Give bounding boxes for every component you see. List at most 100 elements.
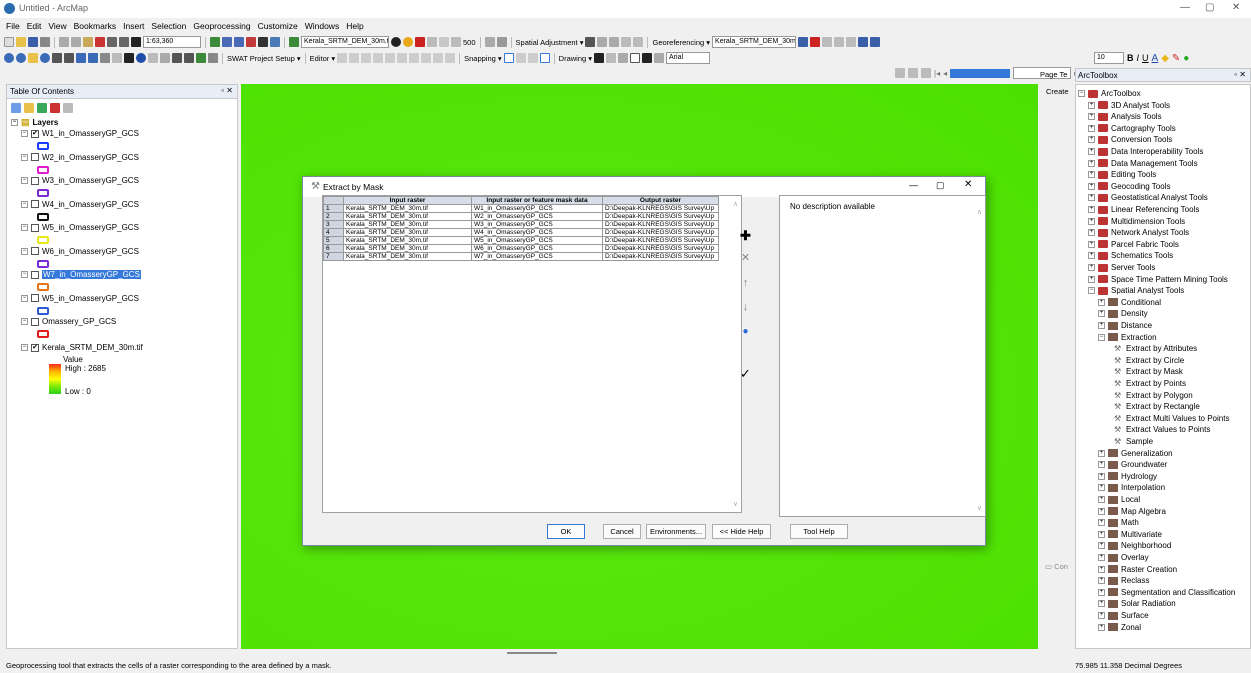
view-link-table-icon[interactable]	[846, 37, 857, 47]
toolbox-item[interactable]: + Cartography Tools	[1088, 124, 1176, 133]
drawing-menu[interactable]: Drawing ▾	[559, 54, 592, 63]
toolset-item[interactable]: + Raster Creation	[1098, 565, 1177, 574]
toc-layer[interactable]: − W6_in_OmasseryGP_GCS	[21, 247, 139, 256]
toolbox-item[interactable]: + Conversion Tools	[1088, 135, 1172, 144]
font-size-combo[interactable]: 10	[1094, 52, 1124, 64]
swipe-icon[interactable]	[439, 37, 449, 47]
expand-icon[interactable]: +	[1098, 322, 1105, 329]
polygon-symbol-icon[interactable]	[37, 189, 49, 197]
polygon-symbol-icon[interactable]	[37, 283, 49, 291]
menu-selection[interactable]: Selection	[151, 21, 186, 31]
expand-icon[interactable]: +	[1088, 159, 1095, 167]
expand-icon[interactable]: +	[1088, 101, 1095, 109]
toolset-item[interactable]: + Distance	[1098, 321, 1152, 330]
expand-icon[interactable]: +	[1098, 496, 1105, 503]
open-folder-icon[interactable]	[16, 37, 26, 47]
toolset-item[interactable]: + Density	[1098, 309, 1148, 318]
expand-icon[interactable]: +	[1088, 252, 1095, 260]
select-elements-icon[interactable]	[585, 37, 596, 47]
mask-data-cell[interactable]: W4_in_OmasseryGP_GCS	[471, 228, 603, 237]
toc-layer[interactable]: − ✔ W1_in_OmasseryGP_GCS	[21, 129, 139, 138]
expand-icon[interactable]: +	[1088, 229, 1095, 237]
expand-icon[interactable]: +	[1088, 217, 1095, 225]
toolset-item[interactable]: + Reclass	[1098, 576, 1149, 585]
toolset-item[interactable]: + Local	[1098, 495, 1140, 504]
expand-icon[interactable]: +	[1098, 565, 1105, 573]
polygon-symbol-icon[interactable]	[37, 259, 49, 268]
toolbox-item[interactable]: + Editing Tools	[1088, 170, 1156, 179]
mask-data-cell[interactable]: W3_in_OmasseryGP_GCS	[471, 220, 603, 229]
mask-data-cell[interactable]: W6_in_OmasseryGP_GCS	[471, 244, 603, 253]
expand-icon[interactable]: +	[1098, 612, 1105, 619]
cut-polygons-icon[interactable]	[385, 53, 396, 63]
polygon-symbol-icon[interactable]	[37, 165, 49, 174]
multi-link-icon[interactable]	[621, 37, 632, 47]
help-scroll-down-icon[interactable]: ∨	[977, 504, 982, 512]
add-row-icon[interactable]: ✚	[739, 229, 752, 242]
font-combo[interactable]: Arial	[666, 52, 711, 64]
tool-item[interactable]: ⚒ Extract by Polygon	[1114, 391, 1193, 400]
toolbox-item[interactable]: + Analysis Tools	[1088, 112, 1162, 121]
input-raster-cell[interactable]: Kerala_SRTM_DEM_30m.tif	[343, 212, 472, 221]
ok-button[interactable]: OK	[547, 524, 585, 539]
rotate-draw-icon[interactable]	[606, 53, 617, 63]
italic-icon[interactable]: I	[1137, 53, 1140, 63]
output-raster-cell[interactable]: D:\Deepak-KLNREGS\GIS Survey\Up	[602, 212, 719, 221]
edit-tool-icon[interactable]	[337, 53, 348, 63]
dialog-maximize-icon[interactable]: ▢	[936, 180, 945, 191]
delete-icon[interactable]	[95, 37, 105, 47]
toolset-item[interactable]: + Math	[1098, 518, 1139, 527]
toolset-item[interactable]: + Multivariate	[1098, 530, 1162, 539]
toc-layer[interactable]: − W5_in_OmasseryGP_GCS	[21, 223, 139, 232]
row-number[interactable]: 7	[323, 252, 344, 261]
toc-layer[interactable]: − W7_in_OmasseryGP_GCS	[21, 270, 141, 279]
html-popup-icon[interactable]	[160, 53, 170, 63]
menu-file[interactable]: File	[6, 21, 20, 31]
toc-options-icon[interactable]	[63, 103, 73, 113]
grid-row[interactable]: 4 Kerala_SRTM_DEM_30m.tif W4_in_OmasseryGP…	[323, 228, 719, 237]
collapse-icon[interactable]: −	[21, 294, 28, 302]
expand-icon[interactable]: +	[1098, 472, 1105, 480]
dialog-close-icon[interactable]: ✕	[964, 179, 972, 190]
collapse-icon[interactable]: −	[1088, 287, 1095, 295]
snapping-menu[interactable]: Snapping ▾	[464, 54, 502, 63]
full-extent-icon[interactable]	[40, 53, 50, 63]
create-tab[interactable]: Create	[1046, 87, 1069, 96]
con-tab[interactable]: ▭ Con	[1045, 562, 1068, 571]
page-setup-icon[interactable]	[908, 68, 918, 78]
toolset-item[interactable]: − Extraction	[1098, 333, 1157, 342]
toolset-item[interactable]: + Overlay	[1098, 553, 1149, 562]
expand-icon[interactable]: +	[1098, 519, 1105, 527]
shift-icon[interactable]	[822, 37, 833, 47]
viewer-icon[interactable]	[858, 37, 869, 47]
grid-row[interactable]: 6 Kerala_SRTM_DEM_30m.tif W6_in_OmasseryGP…	[323, 244, 719, 253]
toolbox-item[interactable]: + Server Tools	[1088, 263, 1155, 272]
list-by-drawing-order-icon[interactable]	[11, 103, 21, 113]
output-raster-cell[interactable]: D:\Deepak-KLNREGS\GIS Survey\Up	[602, 236, 719, 245]
paste-icon[interactable]	[83, 37, 93, 47]
toc-layer[interactable]: − W3_in_OmasseryGP_GCS	[21, 176, 139, 185]
bulk-text-icon[interactable]	[654, 53, 665, 63]
output-raster-cell[interactable]: D:\Deepak-KLNREGS\GIS Survey\Up	[602, 252, 719, 261]
remove-row-icon[interactable]: ✕	[739, 252, 752, 265]
contrast-icon[interactable]	[391, 37, 401, 47]
toolbox-item[interactable]: + Data Interoperability Tools	[1088, 147, 1203, 156]
georef-layer-combo[interactable]: Kerala_SRTM_DEM_30m.tif	[712, 36, 797, 48]
grid-row[interactable]: 2 Kerala_SRTM_DEM_30m.tif W2_in_OmasseryGP…	[323, 212, 719, 221]
minimize-icon[interactable]: —	[1180, 2, 1190, 13]
toolset-item[interactable]: + Conditional	[1098, 298, 1161, 307]
layer-icon[interactable]	[289, 37, 299, 47]
menu-insert[interactable]: Insert	[123, 21, 144, 31]
undo-icon[interactable]	[107, 37, 117, 47]
trace-icon[interactable]	[373, 53, 384, 63]
expand-icon[interactable]: +	[1088, 275, 1095, 283]
transparency-icon[interactable]	[427, 37, 437, 47]
column-header-input-raster[interactable]: Input raster	[343, 196, 472, 205]
toolbox-item[interactable]: + Schematics Tools	[1088, 251, 1173, 260]
expand-icon[interactable]: +	[1098, 623, 1105, 631]
toolset-item[interactable]: + Hydrology	[1098, 472, 1157, 481]
expand-icon[interactable]: +	[1088, 171, 1095, 179]
tool-item[interactable]: ⚒ Extract by Rectangle	[1114, 402, 1200, 411]
help-icon[interactable]: ●	[739, 325, 752, 338]
map-scale-combo[interactable]: 1:63,360	[143, 36, 201, 48]
